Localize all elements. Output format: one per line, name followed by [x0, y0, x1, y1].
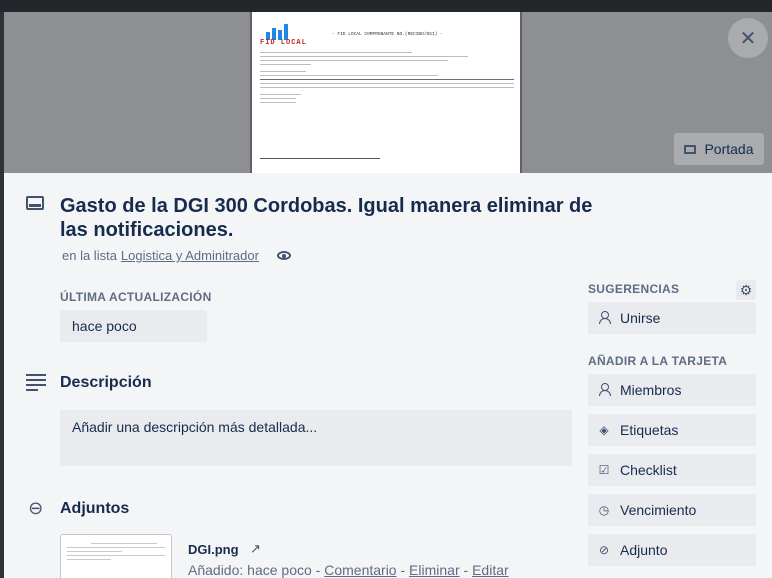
- attachment-delete-link[interactable]: Eliminar: [409, 562, 460, 578]
- paperclip-icon: ⊘: [598, 543, 610, 557]
- attachments-heading: Adjuntos: [60, 500, 130, 517]
- open-external-icon[interactable]: ↗: [250, 541, 261, 557]
- members-button[interactable]: Miembros: [588, 374, 756, 406]
- last-updated-value[interactable]: hace poco: [60, 310, 207, 342]
- members-label: Miembros: [620, 382, 682, 398]
- tag-icon: ◈: [599, 423, 609, 437]
- suggestions-label: SUGERENCIAS: [588, 282, 680, 296]
- doc-title-text: - FID LOCAL COMPROBANTE NO.(RECIBO/DGI) …: [332, 32, 443, 37]
- add-to-card-label: AÑADIR A LA TARJETA: [588, 354, 728, 368]
- cover-image: FID LOCAL - FID LOCAL COMPROBANTE NO.(RE…: [250, 12, 522, 173]
- doc-body-lines: [260, 52, 514, 106]
- list-prefix: en la lista: [62, 248, 117, 263]
- checklist-label: Checklist: [620, 462, 677, 478]
- meta-separator: -: [459, 562, 473, 578]
- brand-logo-icon: [266, 24, 288, 40]
- close-button[interactable]: ✕: [728, 18, 768, 58]
- checkbox-icon: ☑: [598, 463, 610, 477]
- card-detail-modal: FID LOCAL - FID LOCAL COMPROBANTE NO.(RE…: [4, 12, 772, 578]
- card-icon: [26, 196, 44, 210]
- gear-icon[interactable]: ⚙: [736, 280, 756, 300]
- labels-label: Etiquetas: [620, 422, 679, 438]
- attachment-meta: Añadido: hace poco - Comentario - Elimin…: [188, 562, 509, 578]
- doc-brand-text: FID LOCAL: [260, 39, 307, 47]
- attachment-edit-link[interactable]: Editar: [472, 562, 509, 578]
- description-heading: Descripción: [60, 374, 152, 391]
- description-icon: [26, 374, 46, 394]
- meta-separator: -: [396, 562, 410, 578]
- card-cover[interactable]: FID LOCAL - FID LOCAL COMPROBANTE NO.(RE…: [4, 12, 772, 173]
- board-header-strip: [0, 0, 772, 12]
- close-icon: ✕: [739, 27, 757, 50]
- clock-icon: ◷: [598, 503, 610, 517]
- attachment-button[interactable]: ⊘ Adjunto: [588, 534, 756, 566]
- due-date-button[interactable]: ◷ Vencimiento: [588, 494, 756, 526]
- due-date-label: Vencimiento: [620, 502, 697, 518]
- person-icon: [597, 382, 611, 398]
- attachment-comment-link[interactable]: Comentario: [324, 562, 396, 578]
- list-link[interactable]: Logistica y Adminitrador: [121, 248, 259, 263]
- last-updated-label: ÚLTIMA ACTUALIZACIÓN: [60, 290, 212, 304]
- attachment-added: Añadido: hace poco -: [188, 562, 325, 578]
- card-title[interactable]: Gasto de la DGI 300 Cordobas. Igual mane…: [60, 194, 620, 242]
- checklist-button[interactable]: ☑ Checklist: [588, 454, 756, 486]
- cover-button[interactable]: Portada: [674, 133, 764, 165]
- cover-button-label: Portada: [704, 141, 754, 157]
- cover-icon: [684, 144, 697, 154]
- join-label: Unirse: [620, 310, 661, 326]
- attachment-thumbnail[interactable]: [60, 534, 172, 578]
- attachment-label: Adjunto: [620, 542, 668, 558]
- join-button[interactable]: Unirse: [588, 302, 756, 334]
- description-input[interactable]: Añadir una descripción más detallada...: [60, 410, 572, 466]
- attachment-file-name[interactable]: DGI.png: [188, 542, 239, 557]
- paperclip-icon: ⊘: [23, 495, 49, 521]
- person-icon: [597, 310, 611, 326]
- list-info: en la lista Logistica y Adminitrador: [62, 248, 291, 263]
- watch-eye-icon[interactable]: [276, 251, 291, 260]
- labels-button[interactable]: ◈ Etiquetas: [588, 414, 756, 446]
